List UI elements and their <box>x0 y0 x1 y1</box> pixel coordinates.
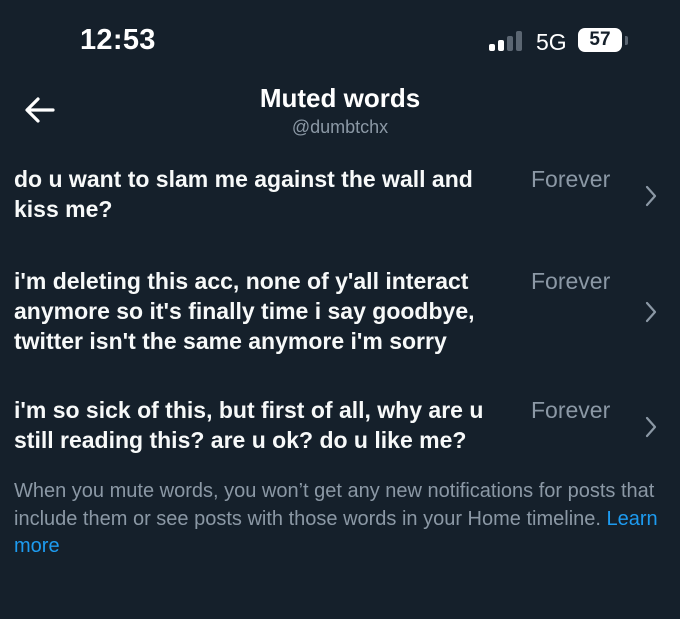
muted-word-text: do u want to slam me against the wall an… <box>14 166 473 222</box>
muted-words-screen: 12:53 5G 57 Muted words @dumbtchx do u w… <box>0 0 680 619</box>
info-text: When you mute words, you won’t get any n… <box>14 480 655 530</box>
battery-cap <box>625 36 628 45</box>
muted-word-duration: Forever <box>531 166 611 192</box>
muted-word-item-3[interactable]: i'm so sick of this, but first of all, w… <box>0 395 680 465</box>
battery-level: 57 <box>589 29 611 50</box>
network-type: 5G <box>536 29 567 55</box>
muted-word-text: i'm so sick of this, but first of all, w… <box>14 397 484 453</box>
muted-word-duration: Forever <box>531 397 611 423</box>
signal-icon <box>489 31 523 51</box>
status-bar: 12:53 5G 57 <box>0 0 680 80</box>
chevron-right-icon <box>645 301 657 323</box>
muted-word-text: i'm deleting this acc, none of y'all int… <box>14 268 475 354</box>
muted-word-duration: Forever <box>531 268 611 294</box>
muted-word-item-2[interactable]: i'm deleting this acc, none of y'all int… <box>0 266 680 361</box>
muted-words-info: When you mute words, you won’t get any n… <box>14 478 664 561</box>
chevron-right-icon <box>645 185 657 207</box>
account-handle: @dumbtchx <box>291 117 389 137</box>
page-title: Muted words <box>259 83 421 113</box>
status-time: 12:53 <box>80 24 156 56</box>
muted-word-item-1[interactable]: do u want to slam me against the wall an… <box>0 164 680 234</box>
chevron-right-icon <box>645 416 657 438</box>
battery-icon: 57 <box>578 28 622 52</box>
